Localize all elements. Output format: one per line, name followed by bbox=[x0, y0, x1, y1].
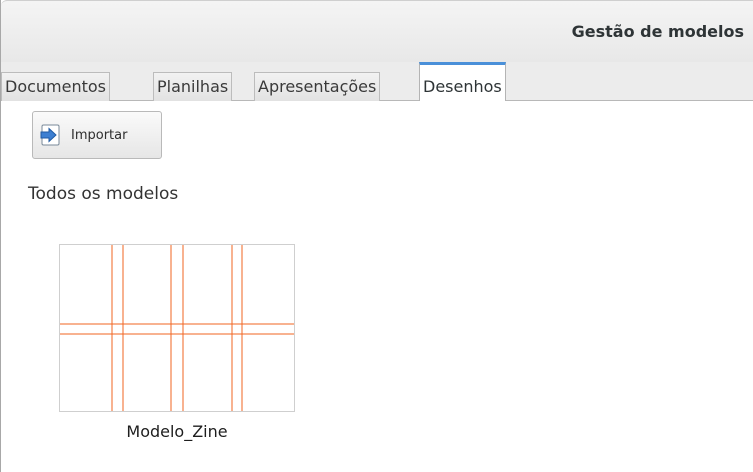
tab-apresentacoes[interactable]: Apresentações bbox=[254, 72, 381, 101]
tab-desenhos[interactable]: Desenhos bbox=[419, 62, 506, 102]
tab-bar: Documentos Planilhas Apresentações Desen… bbox=[1, 62, 753, 102]
zine-grid-thumbnail bbox=[60, 245, 294, 411]
template-thumbnail[interactable] bbox=[59, 244, 295, 412]
import-button-label: Importar bbox=[71, 127, 128, 143]
tab-documentos[interactable]: Documentos bbox=[1, 72, 111, 101]
template-manager-window: Gestão de modelos Documentos Planilhas A… bbox=[0, 0, 753, 472]
import-button[interactable]: Importar bbox=[32, 111, 162, 159]
import-arrow-icon bbox=[39, 123, 63, 147]
toolbar: Importar bbox=[1, 101, 753, 161]
tab-planilhas[interactable]: Planilhas bbox=[153, 72, 233, 101]
window-title: Gestão de modelos bbox=[571, 22, 744, 41]
title-bar[interactable]: Gestão de modelos bbox=[1, 0, 753, 62]
section-title: Todos os modelos bbox=[28, 184, 179, 204]
template-name[interactable]: Modelo_Zine bbox=[59, 422, 295, 441]
